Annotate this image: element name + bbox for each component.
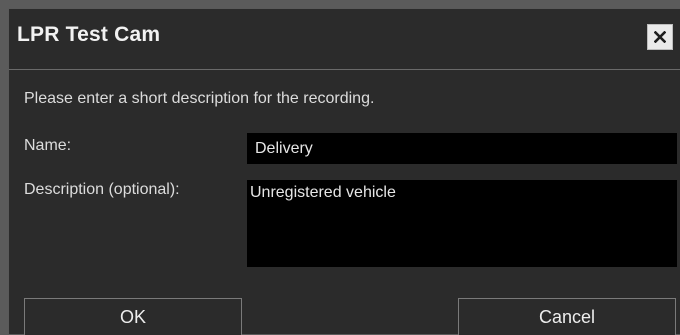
cancel-button[interactable]: Cancel (458, 298, 676, 335)
description-textarea[interactable]: Unregistered vehicle (247, 180, 677, 267)
description-label: Description (optional): (24, 181, 180, 198)
dialog-title: LPR Test Cam (17, 23, 161, 46)
ok-button[interactable]: OK (24, 298, 242, 335)
dialog-titlebar: LPR Test Cam (9, 9, 680, 70)
name-label: Name: (24, 137, 72, 154)
close-button[interactable] (647, 24, 673, 50)
close-icon (654, 31, 666, 43)
recording-description-dialog: LPR Test Cam Please enter a short descri… (8, 8, 680, 335)
name-input[interactable]: Delivery (247, 133, 677, 164)
dialog-prompt: Please enter a short description for the… (24, 90, 375, 107)
